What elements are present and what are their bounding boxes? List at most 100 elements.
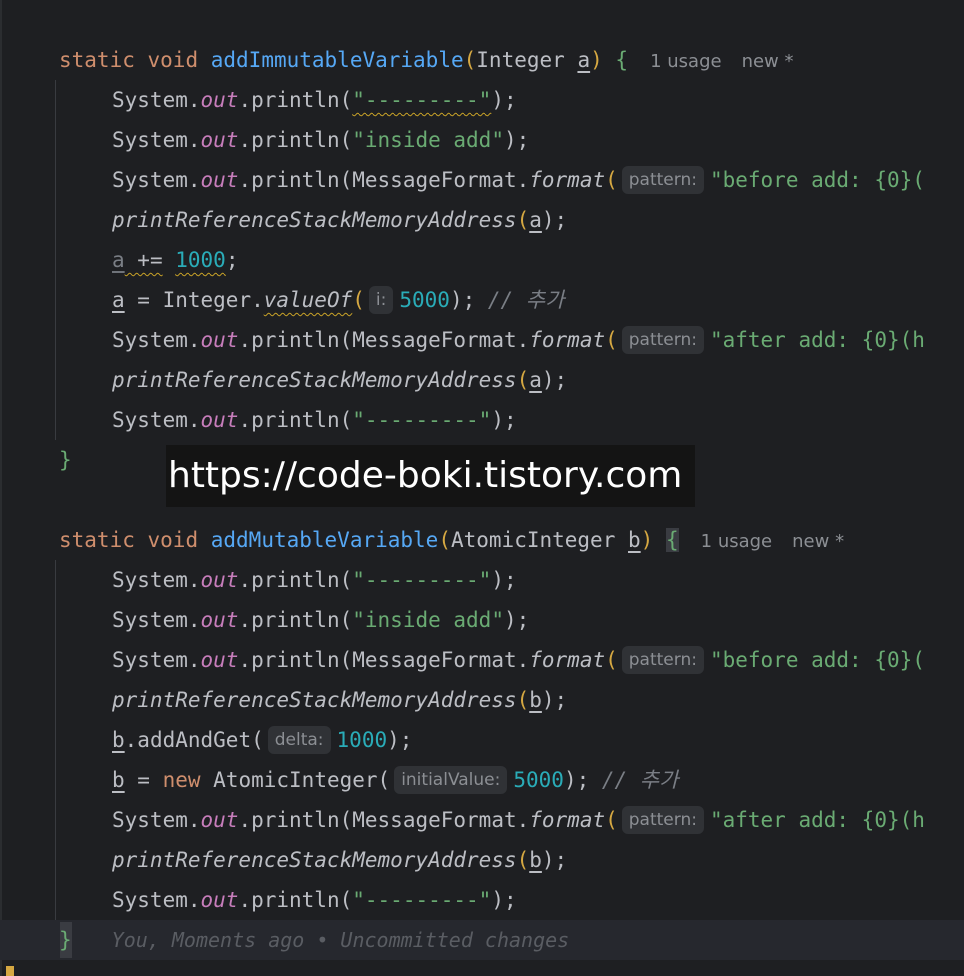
- code-token: .println(: [238, 888, 353, 912]
- variable-ref: a: [529, 208, 542, 232]
- watermark-url: https://code-boki.tistory.com: [166, 445, 695, 507]
- param-hint: delta:: [267, 726, 331, 754]
- variable-ref: b: [529, 848, 542, 872]
- keyword: static: [59, 48, 135, 72]
- string-literal: "before add: {0}(: [709, 168, 925, 192]
- code-line[interactable]: System.out.println(MessageFormat.format(…: [0, 320, 964, 360]
- code-token: System.: [112, 168, 201, 192]
- string-literal: "---------": [352, 568, 492, 592]
- param-type[interactable]: Integer: [476, 48, 565, 72]
- code-line[interactable]: static void addMutableVariable(AtomicInt…: [0, 520, 964, 560]
- field-token: out: [200, 608, 239, 632]
- code-token: System.: [112, 408, 201, 432]
- code-line-current[interactable]: } You, Moments ago • Uncommitted changes: [0, 920, 964, 960]
- number-literal: 1000: [336, 728, 388, 752]
- variable-ref: b: [112, 728, 125, 752]
- param-type[interactable]: AtomicInteger: [451, 528, 615, 552]
- code-token: );: [387, 728, 413, 752]
- code-line[interactable]: printReferenceStackMemoryAddress(b);: [0, 680, 964, 720]
- code-line[interactable]: System.out.println(MessageFormat.format(…: [0, 160, 964, 200]
- usage-hint[interactable]: 1 usage: [650, 51, 722, 72]
- code-line[interactable]: System.out.println("---------");: [0, 560, 964, 600]
- code-token: System.: [112, 608, 201, 632]
- keyword: new: [162, 768, 201, 792]
- code-token: .addAndGet(: [124, 728, 264, 752]
- method-call: printReferenceStackMemoryAddress: [112, 688, 517, 712]
- paren: (: [516, 208, 530, 232]
- field-token: out: [200, 648, 239, 672]
- usage-hint[interactable]: 1 usage: [701, 531, 773, 552]
- string-literal: "---------": [352, 88, 492, 112]
- code-line[interactable]: System.out.println(MessageFormat.format(…: [0, 800, 964, 840]
- string-literal: "inside add": [352, 128, 504, 152]
- code-line[interactable]: a = Integer.valueOf(i: 5000); // 추가: [0, 280, 964, 320]
- code-token: );: [491, 408, 517, 432]
- code-line[interactable]: b.addAndGet(delta: 1000);: [0, 720, 964, 760]
- code-line[interactable]: printReferenceStackMemoryAddress(b);: [0, 840, 964, 880]
- param-hint: pattern:: [621, 166, 704, 194]
- field-token: out: [200, 168, 239, 192]
- method-call: valueOf: [263, 288, 353, 312]
- method-call: format: [529, 648, 606, 672]
- paren: (: [516, 848, 530, 872]
- code-line[interactable]: printReferenceStackMemoryAddress(a);: [0, 360, 964, 400]
- code-line[interactable]: System.out.println("inside add");: [0, 600, 964, 640]
- code-editor[interactable]: static void addImmutableVariable ( Integer…: [0, 0, 964, 976]
- vcs-status-hint[interactable]: new *: [792, 531, 844, 552]
- comment: // 추가: [487, 288, 565, 312]
- code-line[interactable]: b = new AtomicInteger(initialValue: 5000)…: [0, 760, 964, 800]
- param-hint: pattern:: [621, 646, 704, 674]
- code-token: );: [491, 88, 517, 112]
- code-line[interactable]: printReferenceStackMemoryAddress(a);: [0, 200, 964, 240]
- string-literal: "---------": [352, 408, 492, 432]
- param-name[interactable]: b: [628, 528, 641, 552]
- code-token: );: [541, 688, 568, 712]
- paren: (: [605, 328, 618, 352]
- paren: (: [516, 688, 530, 712]
- method-call: printReferenceStackMemoryAddress: [112, 848, 517, 872]
- code-token: System.: [112, 328, 201, 352]
- param-name[interactable]: a: [577, 48, 590, 72]
- keyword: void: [147, 528, 199, 552]
- code-token: );: [491, 568, 517, 592]
- code-line[interactable]: System.out.println("---------");: [0, 80, 964, 120]
- code-token: );: [449, 288, 488, 312]
- vcs-status-hint[interactable]: new *: [742, 51, 794, 72]
- code-token: System.: [112, 648, 201, 672]
- paren: ): [640, 528, 654, 552]
- method-call: printReferenceStackMemoryAddress: [112, 208, 517, 232]
- code-token: .println(MessageFormat.: [238, 168, 530, 192]
- variable-ref: b: [529, 688, 542, 712]
- field-token: out: [200, 888, 239, 912]
- field-token: out: [200, 328, 239, 352]
- paren: (: [605, 648, 618, 672]
- keyword: static: [59, 528, 135, 552]
- code-token: .println(: [238, 88, 353, 112]
- code-line[interactable]: System.out.println(MessageFormat.format(…: [0, 640, 964, 680]
- method-name[interactable]: addMutableVariable: [211, 528, 439, 552]
- code-line[interactable]: System.out.println("---------");: [0, 880, 964, 920]
- paren: (: [438, 528, 451, 552]
- string-literal: "after add: {0}(h: [709, 808, 925, 832]
- method-call: format: [529, 168, 606, 192]
- open-brace: {: [665, 528, 679, 552]
- code-token: System.: [112, 88, 201, 112]
- code-line[interactable]: System.out.println("---------");: [0, 400, 964, 440]
- code-token: .println(MessageFormat.: [238, 648, 530, 672]
- code-line[interactable]: a += 1000;: [0, 240, 964, 280]
- git-blame-annotation[interactable]: You, Moments ago • Uncommitted changes: [112, 928, 570, 952]
- code-token: );: [563, 768, 602, 792]
- method-name[interactable]: addImmutableVariable: [211, 48, 464, 72]
- code-token: );: [503, 128, 530, 152]
- method-call: printReferenceStackMemoryAddress: [112, 368, 517, 392]
- code-token: );: [491, 888, 517, 912]
- code-token: System.: [112, 888, 201, 912]
- code-line[interactable]: System.out.println("inside add");: [0, 120, 964, 160]
- param-hint: initialValue:: [394, 766, 508, 794]
- variable-ref: a: [529, 368, 542, 392]
- param-hint: pattern:: [621, 326, 704, 354]
- code-line[interactable]: static void addImmutableVariable(Integer…: [0, 40, 964, 80]
- paren: ): [590, 48, 603, 72]
- field-token: out: [200, 568, 239, 592]
- number-literal: 5000: [399, 288, 450, 312]
